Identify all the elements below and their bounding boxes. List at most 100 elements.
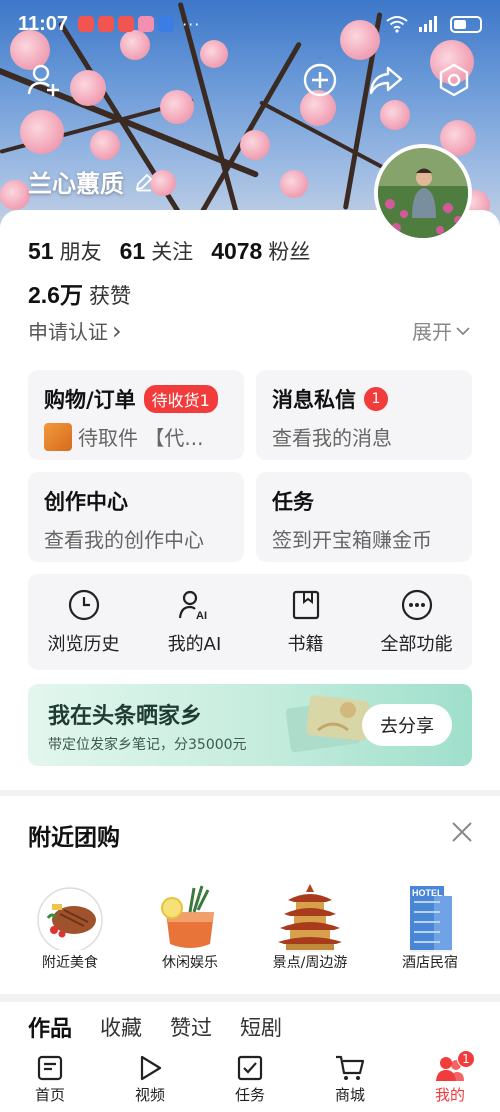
tab-favorites[interactable]: 收藏 (100, 1012, 142, 1042)
nav-label: 视频 (134, 1085, 165, 1104)
close-icon[interactable] (450, 820, 474, 844)
add-friend-icon[interactable] (24, 60, 64, 100)
status-time: 11:07 (18, 12, 69, 35)
book-icon (292, 590, 319, 620)
category-label: 景点/周边游 (268, 950, 352, 974)
profile-card: 51 朋友 61 关注 4078 粉丝 2.6万 获赞 申请认证 › 展开 购物… (0, 210, 500, 790)
status-notification-icons (78, 16, 175, 32)
orders-badge: 待收货1 (143, 385, 218, 413)
tab-short-dramas[interactable]: 短剧 (240, 1012, 282, 1042)
chevron-down-icon (456, 326, 470, 335)
edit-icon[interactable] (134, 172, 154, 192)
nav-label: 首页 (34, 1085, 65, 1104)
hotel-building-icon: HOTEL (410, 886, 452, 952)
battery-icon (450, 15, 482, 33)
clock-icon (68, 589, 99, 621)
messages-subtitle: 查看我的消息 (272, 426, 392, 450)
hometown-promo-banner[interactable]: 我在头条晒家乡 带定位发家乡笔记，分35000元 去分享 (28, 684, 472, 766)
signal-icon (419, 16, 437, 32)
username: 兰心蕙质 (28, 170, 124, 198)
share-now-button[interactable]: 去分享 (362, 704, 452, 746)
tasks-subtitle: 签到开宝箱赚金币 (272, 528, 432, 552)
stats-row: 51 朋友 61 关注 4078 粉丝 (28, 236, 328, 266)
play-icon (140, 1055, 162, 1080)
nearby-group-buy-section: 附近团购 附近美食 休闲娱乐 景点/周边游 HOTEL 酒店民宿 (0, 796, 500, 994)
expand-label: 展开 (412, 320, 452, 344)
nav-badge: 1 (457, 1050, 475, 1068)
tool-label: 浏览历史 (47, 634, 120, 655)
nav-video[interactable]: 视频 (100, 1046, 200, 1112)
expand-button[interactable]: 展开 (412, 316, 470, 345)
cocktail-icon (161, 885, 214, 948)
creator-title: 创作中心 (44, 490, 128, 514)
cart-icon (336, 1055, 365, 1080)
likes-count: 2.6万 (28, 282, 83, 308)
steak-dish-icon (37, 887, 103, 953)
tools-grid: 浏览历史 AI 我的AI 书籍 全部功能 (28, 574, 472, 670)
nearby-title: 附近团购 (28, 825, 120, 851)
username-row[interactable]: 兰心蕙质 (28, 164, 154, 199)
top-action-bar (0, 60, 500, 104)
likes-label: 获赞 (88, 284, 131, 308)
tool-all-functions[interactable]: 全部功能 (361, 574, 472, 670)
tool-label: 我的AI (167, 634, 222, 655)
app-notification-icon (118, 16, 135, 32)
nav-label: 任务 (234, 1085, 265, 1104)
hotel-sign: HOTEL (412, 888, 443, 898)
following-count[interactable]: 61 (120, 238, 146, 265)
category-food[interactable]: 附近美食 (15, 882, 125, 974)
nav-tasks[interactable]: 任务 (200, 1046, 300, 1112)
settings-icon[interactable] (434, 60, 474, 100)
add-icon[interactable] (300, 60, 340, 100)
bottom-nav: 首页 视频 任务 商城 我的 1 (0, 1046, 500, 1112)
share-icon[interactable] (366, 60, 406, 100)
tool-history[interactable]: 浏览历史 (28, 574, 139, 670)
promo-subtitle: 带定位发家乡笔记，分35000元 (48, 737, 247, 753)
tool-label: 书籍 (287, 634, 324, 655)
followers-label[interactable]: 粉丝 (268, 236, 310, 266)
avatar[interactable] (374, 144, 472, 242)
following-label[interactable]: 关注 (151, 236, 193, 266)
promo-title: 我在头条晒家乡 (48, 704, 203, 729)
app-notification-icon (138, 16, 155, 32)
tab-works[interactable]: 作品 (28, 1011, 72, 1043)
category-hotel[interactable]: HOTEL 酒店民宿 (375, 882, 485, 974)
tool-my-ai[interactable]: AI 我的AI (139, 574, 250, 670)
tab-liked[interactable]: 赞过 (170, 1012, 212, 1042)
status-more-dots: ··· (182, 14, 201, 34)
messages-tile[interactable]: 消息私信 1 查看我的消息 (256, 370, 472, 460)
parcel-thumbnail (44, 422, 72, 451)
friends-label[interactable]: 朋友 (60, 236, 102, 266)
verify-link[interactable]: 申请认证 › (28, 316, 122, 345)
orders-title: 购物/订单 (44, 388, 136, 412)
category-scenic[interactable]: 景点/周边游 (255, 882, 365, 974)
creator-subtitle: 查看我的创作中心 (44, 528, 204, 552)
nav-me[interactable]: 我的 1 (400, 1046, 500, 1112)
app-notification-icon (98, 16, 115, 32)
tasks-title: 任务 (272, 490, 314, 514)
content-tabs: 作品 收藏 赞过 短剧 (0, 1002, 500, 1052)
more-icon (401, 589, 432, 621)
nav-home[interactable]: 首页 (0, 1046, 100, 1112)
nav-mall[interactable]: 商城 (300, 1046, 400, 1112)
orders-subtitle: 待取件 【代... (78, 426, 204, 450)
tasks-tile[interactable]: 任务 签到开宝箱赚金币 (256, 472, 472, 562)
messages-title: 消息私信 (272, 388, 356, 412)
followers-count[interactable]: 4078 (211, 238, 262, 265)
chevron-right-icon: › (112, 316, 122, 345)
status-bar: 11:07 ··· (0, 0, 500, 48)
nav-label: 商城 (334, 1085, 365, 1104)
messages-badge: 1 (364, 387, 388, 411)
orders-tile[interactable]: 购物/订单 待收货1 待取件 【代... (28, 370, 244, 460)
creator-tile[interactable]: 创作中心 查看我的创作中心 (28, 472, 244, 562)
category-leisure[interactable]: 休闲娱乐 (135, 882, 245, 974)
tool-label: 全部功能 (380, 634, 453, 655)
tool-books[interactable]: 书籍 (250, 574, 361, 670)
task-check-icon (237, 1055, 263, 1080)
friends-count[interactable]: 51 (28, 238, 54, 265)
app-notification-icon (158, 16, 175, 32)
app-notification-icon (78, 16, 95, 32)
category-label: 酒店民宿 (398, 950, 462, 974)
pagoda-icon (278, 884, 342, 952)
wifi-icon (386, 16, 408, 33)
